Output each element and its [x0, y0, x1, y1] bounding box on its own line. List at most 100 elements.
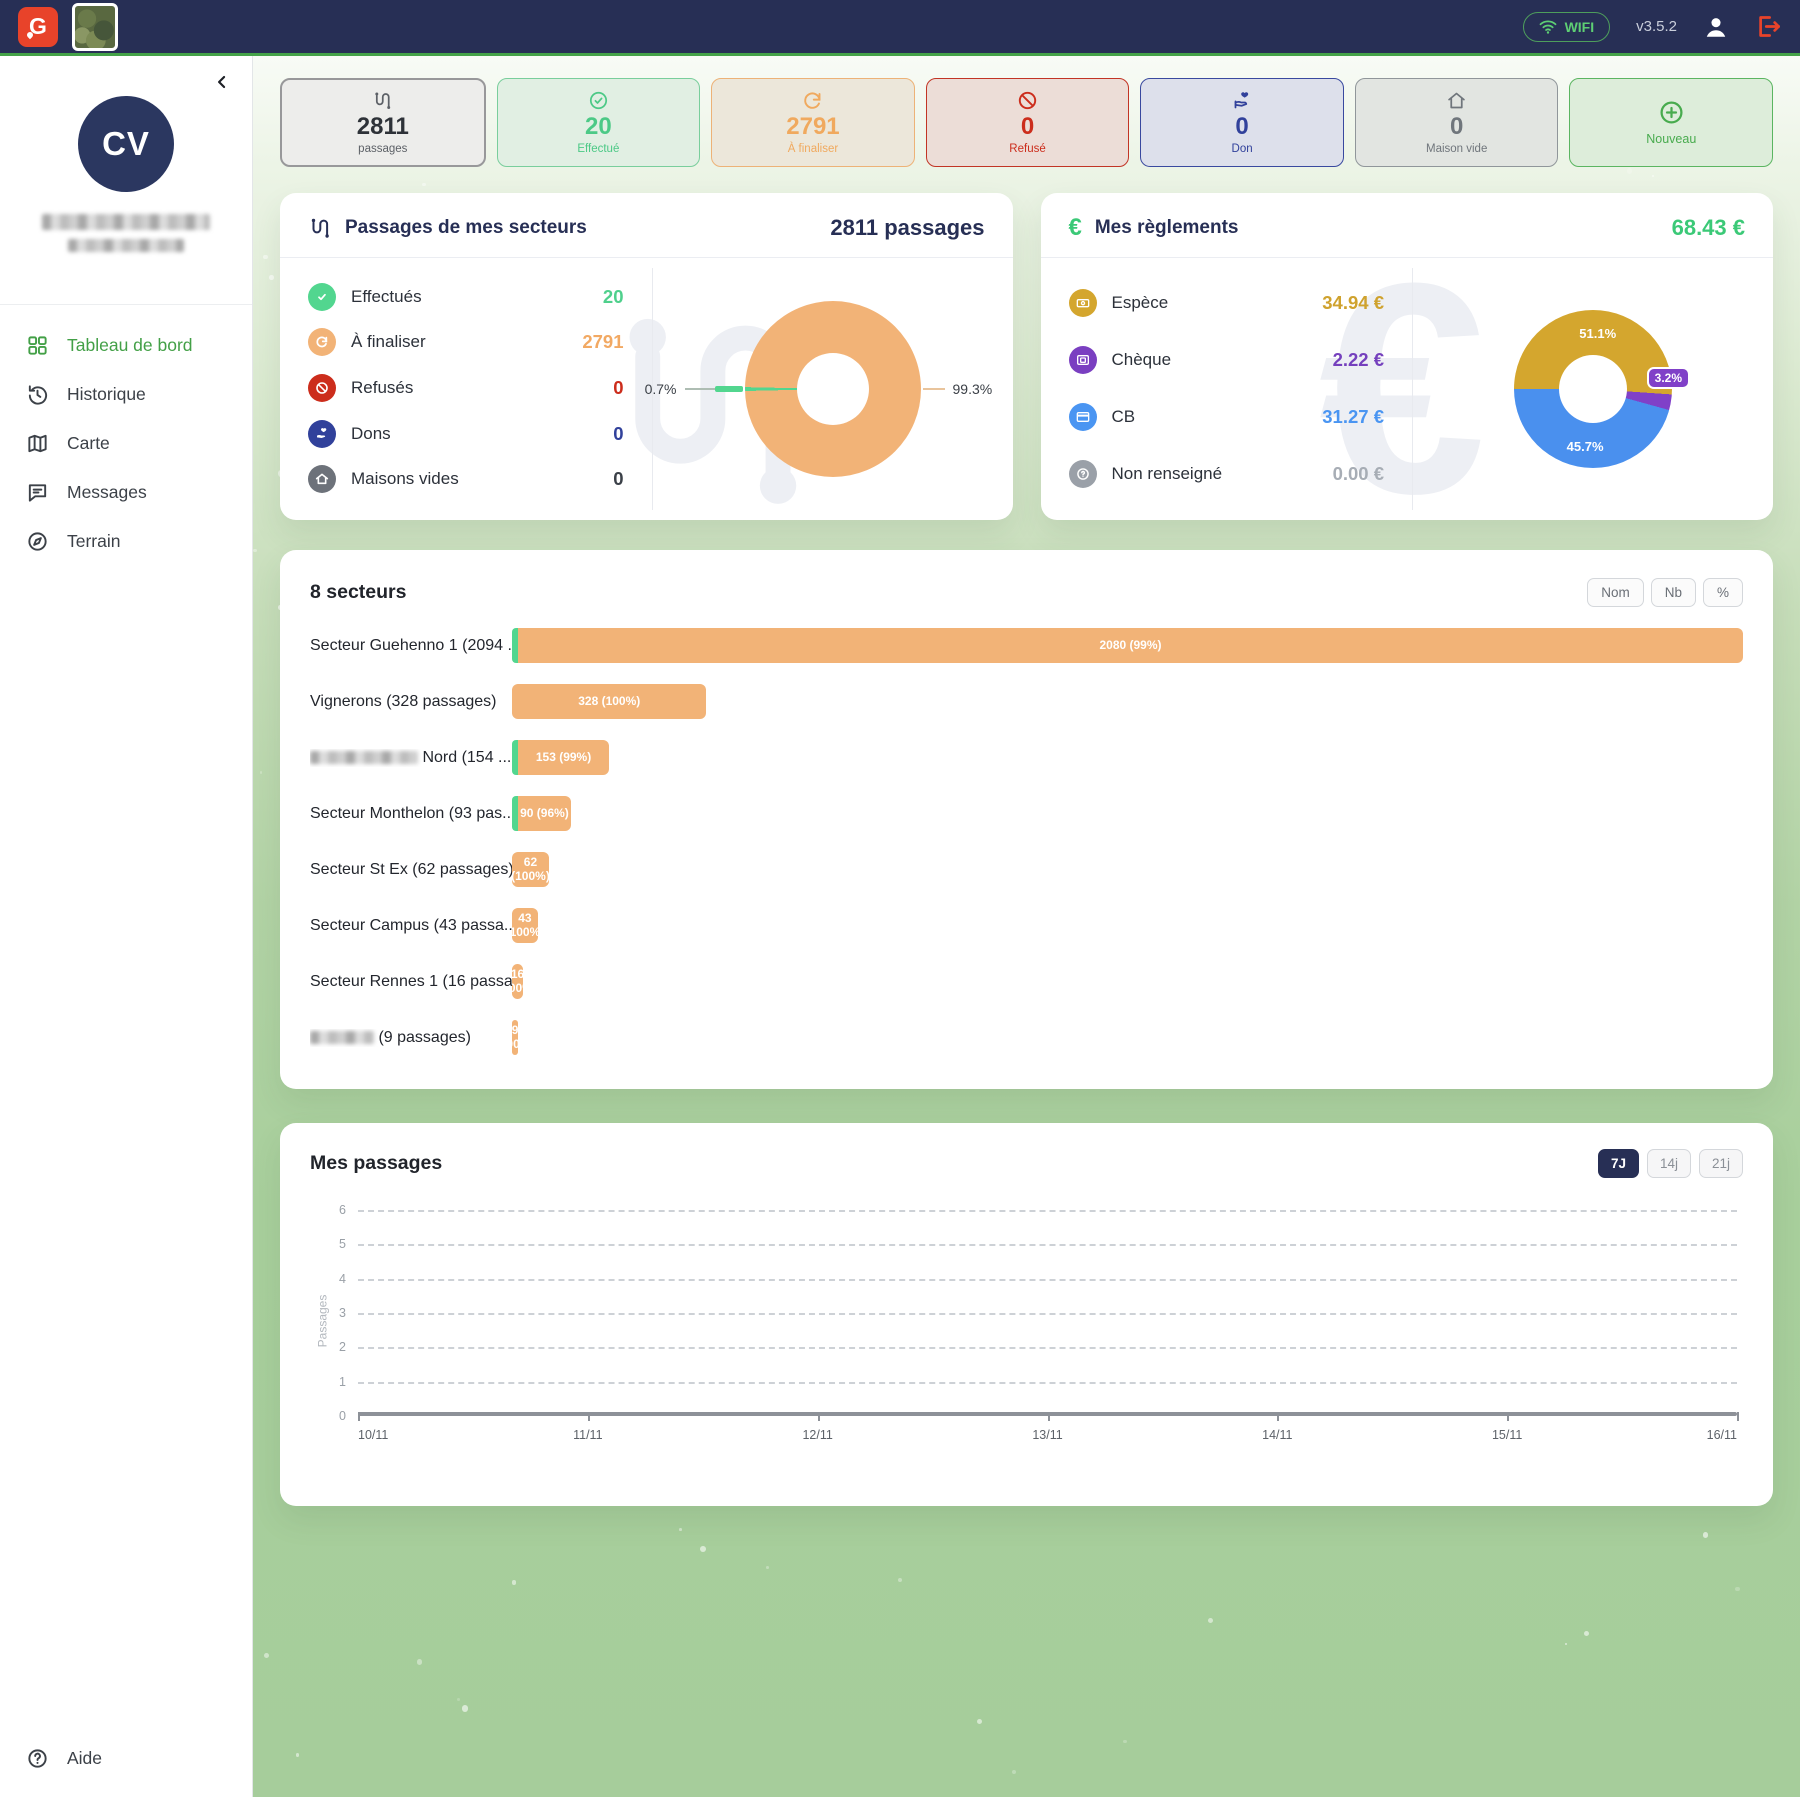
- secteur-bar[interactable]: 62 (100%): [512, 852, 549, 887]
- app-logo-icon[interactable]: G: [18, 7, 58, 47]
- cash-icon: [1069, 289, 1097, 317]
- passages-donut-chart[interactable]: [745, 301, 921, 477]
- secteur-bar[interactable]: 153 (99%): [518, 740, 609, 775]
- sort-by-percent-button[interactable]: %: [1703, 578, 1743, 607]
- sidebar-item-terrain[interactable]: Terrain: [0, 517, 252, 566]
- stat-card-passages[interactable]: 2811 passages: [280, 78, 486, 167]
- y-tick-label: 0: [339, 1409, 346, 1423]
- donut-label: 0.7%: [645, 381, 677, 397]
- secteurs-card: 8 secteurs Nom Nb % Secteur Guehenno 1 (…: [280, 550, 1773, 1089]
- secteur-bar[interactable]: 328 (100%): [512, 684, 706, 719]
- redacted-text: [68, 239, 184, 252]
- list-item-value: 0: [613, 423, 651, 445]
- photo-thumbnail[interactable]: [72, 3, 118, 51]
- stat-card-nouveau[interactable]: Nouveau: [1569, 78, 1773, 167]
- passages-panel: Passages de mes secteurs 2811 passages E…: [280, 193, 1013, 520]
- list-item-label: Espèce: [1112, 293, 1169, 313]
- sidebar-item-label: Historique: [67, 384, 146, 405]
- donut-callout-right: 99.3%: [923, 381, 993, 397]
- sidebar-item-label: Tableau de bord: [67, 335, 193, 356]
- panel-title: Mes règlements: [1095, 217, 1239, 239]
- wifi-icon: [1539, 19, 1557, 34]
- donation-icon: [1232, 90, 1253, 111]
- stats-row: 2811 passages 20 Effectué 2791 À finalis…: [280, 78, 1773, 167]
- range-21j-button[interactable]: 21j: [1699, 1149, 1743, 1178]
- stat-label: Don: [1232, 143, 1253, 155]
- stat-card-maison-vide[interactable]: 0 Maison vide: [1355, 78, 1559, 167]
- sort-by-name-button[interactable]: Nom: [1587, 578, 1644, 607]
- bar-track: 2080 (99%): [512, 628, 1743, 663]
- redacted-text: [310, 1031, 374, 1044]
- wifi-label: WIFI: [1565, 19, 1595, 35]
- bar-label: 9 (100%): [512, 1024, 518, 1052]
- x-tick-mark: [1277, 1412, 1279, 1421]
- bar-label: 2080 (99%): [1099, 639, 1161, 653]
- sort-buttons: Nom Nb %: [1587, 578, 1743, 607]
- x-tick-label: 12/11: [802, 1428, 832, 1442]
- avatar[interactable]: CV: [78, 96, 174, 192]
- range-buttons: 7J 14j 21j: [1598, 1149, 1743, 1178]
- bar-track: 62 (100%): [512, 852, 1743, 887]
- x-tick-mark: [818, 1412, 820, 1421]
- stat-card-effectue[interactable]: 20 Effectué: [497, 78, 701, 167]
- user-name-redacted: [42, 214, 210, 252]
- range-14j-button[interactable]: 14j: [1647, 1149, 1691, 1178]
- sort-by-count-button[interactable]: Nb: [1651, 578, 1696, 607]
- user-account-button[interactable]: [1703, 14, 1729, 40]
- refresh-icon: [802, 90, 823, 111]
- stat-value: 20: [585, 113, 612, 141]
- donut-label-espece: 51.1%: [1579, 326, 1616, 341]
- ban-icon: [308, 374, 336, 402]
- sidebar-item-aide[interactable]: Aide: [0, 1734, 252, 1783]
- secteurs-header: 8 secteurs Nom Nb %: [310, 578, 1743, 607]
- y-tick-label: 5: [339, 1237, 346, 1251]
- list-item-value: 0: [613, 468, 651, 490]
- x-tick-label: 14/11: [1262, 1428, 1292, 1442]
- stat-card-refuse[interactable]: 0 Refusé: [926, 78, 1130, 167]
- sidebar-item-tableau-de-bord[interactable]: Tableau de bord: [0, 321, 252, 370]
- euro-icon: €: [1069, 216, 1082, 240]
- secteur-label: Secteur Guehenno 1 (2094 ...: [310, 637, 512, 655]
- home-icon: [1446, 90, 1467, 111]
- question-icon: [1069, 460, 1097, 488]
- secteur-label: Secteur Monthelon (93 pas...: [310, 805, 512, 823]
- secteur-label: Vignerons (328 passages): [310, 693, 512, 711]
- list-item-label: Non renseigné: [1112, 464, 1223, 484]
- y-axis-title: Passages: [315, 1295, 329, 1348]
- stat-card-a-finaliser[interactable]: 2791 À finaliser: [711, 78, 915, 167]
- stat-value: 0: [1021, 113, 1034, 141]
- mes-passages-card: Mes passages 7J 14j 21j Passages 6: [280, 1123, 1773, 1506]
- secteur-bar[interactable]: 2080 (99%): [518, 628, 1743, 663]
- secteur-row: Secteur Guehenno 1 (2094 ... 2080 (99%): [310, 628, 1743, 663]
- list-item-cb: CB 31.27 €: [1069, 403, 1413, 431]
- y-tick-label: 2: [339, 1340, 346, 1354]
- secteur-bar[interactable]: 90 (96%): [518, 796, 571, 831]
- secteur-bar[interactable]: 9 (100%): [512, 1020, 518, 1055]
- compass-icon: [26, 530, 49, 553]
- gridline: [358, 1382, 1737, 1384]
- donut-label: 99.3%: [953, 381, 993, 397]
- range-7j-button[interactable]: 7J: [1598, 1149, 1639, 1178]
- sidebar-menu: Tableau de bord Historique Carte Message…: [0, 304, 252, 566]
- secteur-bar[interactable]: 16 (100%): [512, 964, 523, 999]
- secteur-bar[interactable]: 43 (100%): [512, 908, 538, 943]
- bar-track: 9 (100%): [512, 1020, 1743, 1055]
- logout-icon: [1755, 13, 1782, 40]
- wifi-status-badge[interactable]: WIFI: [1523, 12, 1611, 42]
- bar-label: 153 (99%): [536, 751, 591, 765]
- logout-button[interactable]: [1755, 13, 1782, 40]
- stat-value: 0: [1235, 113, 1248, 141]
- sidebar-item-historique[interactable]: Historique: [0, 370, 252, 419]
- list-item-dons: Dons 0: [308, 420, 652, 448]
- list-item-label: Chèque: [1112, 350, 1172, 370]
- sidebar-item-messages[interactable]: Messages: [0, 468, 252, 517]
- sidebar-item-label: Aide: [67, 1748, 102, 1769]
- passages-donut-zone: 0.7% 99.3%: [653, 258, 1013, 520]
- cheque-icon: [1069, 346, 1097, 374]
- sidebar-item-carte[interactable]: Carte: [0, 419, 252, 468]
- sidebar-collapse-button[interactable]: [212, 72, 232, 92]
- messages-icon: [26, 481, 49, 504]
- stat-card-don[interactable]: 0 Don: [1140, 78, 1344, 167]
- stat-label: Refusé: [1009, 143, 1045, 155]
- plot-area: 6 5 4 3 2 1 0 10/11 11/11: [358, 1210, 1737, 1416]
